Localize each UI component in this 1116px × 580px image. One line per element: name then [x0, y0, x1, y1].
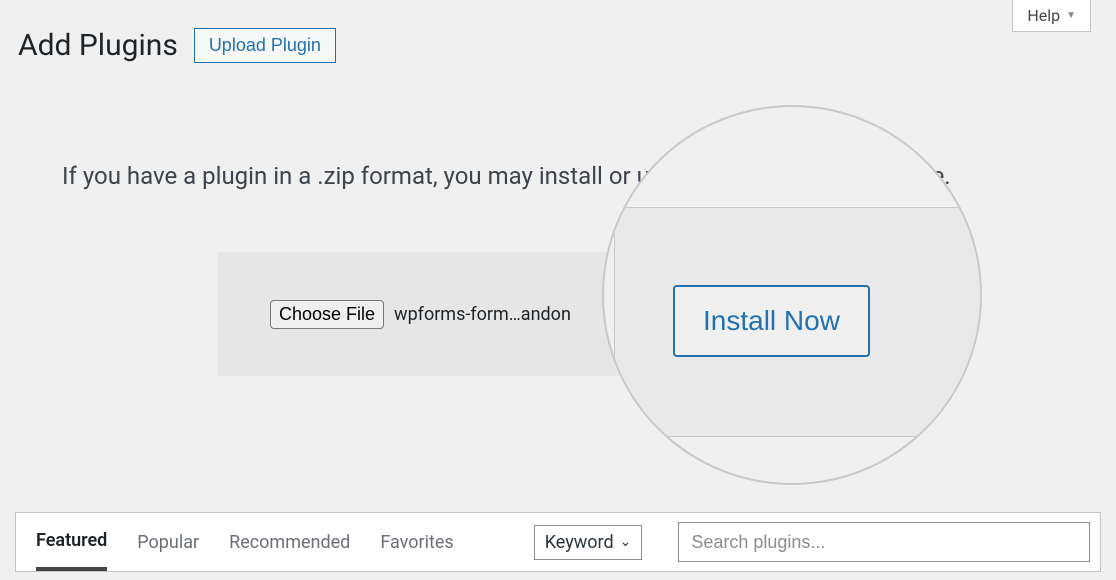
help-label: Help — [1027, 6, 1060, 25]
tab-recommended[interactable]: Recommended — [229, 516, 350, 569]
page-title: Add Plugins — [18, 28, 178, 63]
search-type-select[interactable]: Keyword ⌄ — [534, 525, 643, 560]
selected-file-name: wpforms-form…andon — [394, 304, 571, 325]
filter-bar: Featured Popular Recommended Favorites K… — [15, 512, 1101, 572]
choose-file-button[interactable]: Choose File — [270, 300, 384, 329]
tab-featured[interactable]: Featured — [36, 514, 107, 571]
tab-popular[interactable]: Popular — [137, 516, 199, 569]
search-plugins-input[interactable] — [678, 522, 1090, 562]
help-tab[interactable]: Help ▼ — [1012, 0, 1091, 32]
zoom-highlight-circle: Install Now — [602, 105, 982, 485]
upload-plugin-button[interactable]: Upload Plugin — [194, 28, 336, 63]
zoom-inner-panel: Install Now — [614, 207, 982, 437]
keyword-label: Keyword — [545, 532, 614, 553]
dropdown-triangle-icon: ▼ — [1066, 10, 1076, 21]
install-now-button[interactable]: Install Now — [673, 285, 870, 357]
tab-favorites[interactable]: Favorites — [380, 516, 453, 569]
heading-row: Add Plugins Upload Plugin — [18, 28, 336, 63]
chevron-down-icon: ⌄ — [620, 534, 632, 550]
